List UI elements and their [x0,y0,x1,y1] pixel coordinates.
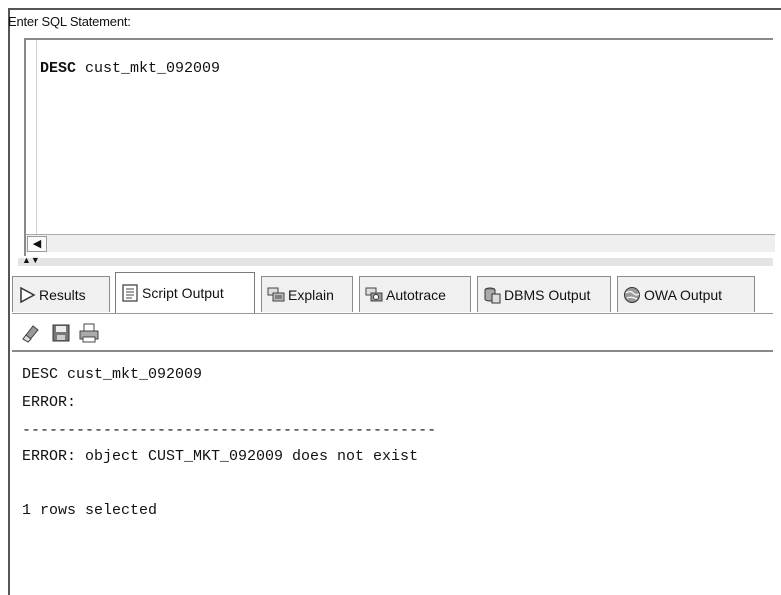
output-separator-line: ----------------------------------------… [22,422,437,439]
sql-keyword: DESC [40,60,77,77]
owa-output-icon [622,285,642,305]
output-rows-selected-line: 1 rows selected [22,502,158,519]
chevron-left-icon: ◀ [32,238,42,250]
tab-autotrace-label: Autotrace [386,286,446,303]
tab-explain[interactable]: Explain [261,276,353,312]
print-icon[interactable] [78,322,100,344]
editor-horizontal-scrollbar[interactable]: ◀ [26,234,775,252]
output-line: ERROR: [22,394,77,411]
tab-owa-output-label: OWA Output [644,286,723,303]
eraser-icon[interactable] [20,322,42,344]
script-output-icon [120,283,140,303]
explain-icon [266,285,286,305]
save-icon[interactable] [50,322,72,344]
scroll-left-button[interactable]: ◀ [27,236,47,252]
tab-dbms-output[interactable]: DBMS Output [477,276,611,312]
output-tab-bar: Results Script Output Explain Autotrace … [12,270,773,314]
output-toolbar [12,316,773,350]
tab-explain-label: Explain [288,286,334,303]
results-arrow-icon [17,285,37,305]
splitter-arrows-icon[interactable]: ▲▼ [22,256,40,265]
sql-code-line[interactable]: DESC cust_mkt_092009 [40,60,220,77]
sql-argument: cust_mkt_092009 [76,60,221,77]
sql-editor[interactable]: DESC cust_mkt_092009 ◀ [24,38,775,256]
sql-statement-label: Enter SQL Statement: [8,14,131,29]
tab-script-output-label: Script Output [142,285,224,301]
autotrace-icon [364,285,384,305]
editor-gutter-line [36,40,37,236]
tab-dbms-output-label: DBMS Output [504,286,591,303]
script-output-panel: DESC cust_mkt_092009 ERROR: ------------… [12,350,773,595]
pane-splitter[interactable]: ▲▼ [18,256,773,266]
dbms-output-icon [482,285,502,305]
output-error-line: ERROR: object CUST_MKT_092009 does not e… [22,448,419,465]
tab-owa-output[interactable]: OWA Output [617,276,755,312]
tab-script-output[interactable]: Script Output [115,272,255,313]
tab-results-label: Results [39,286,86,303]
tab-autotrace[interactable]: Autotrace [359,276,471,312]
tab-results[interactable]: Results [12,276,110,312]
output-line: DESC cust_mkt_092009 [22,366,203,383]
